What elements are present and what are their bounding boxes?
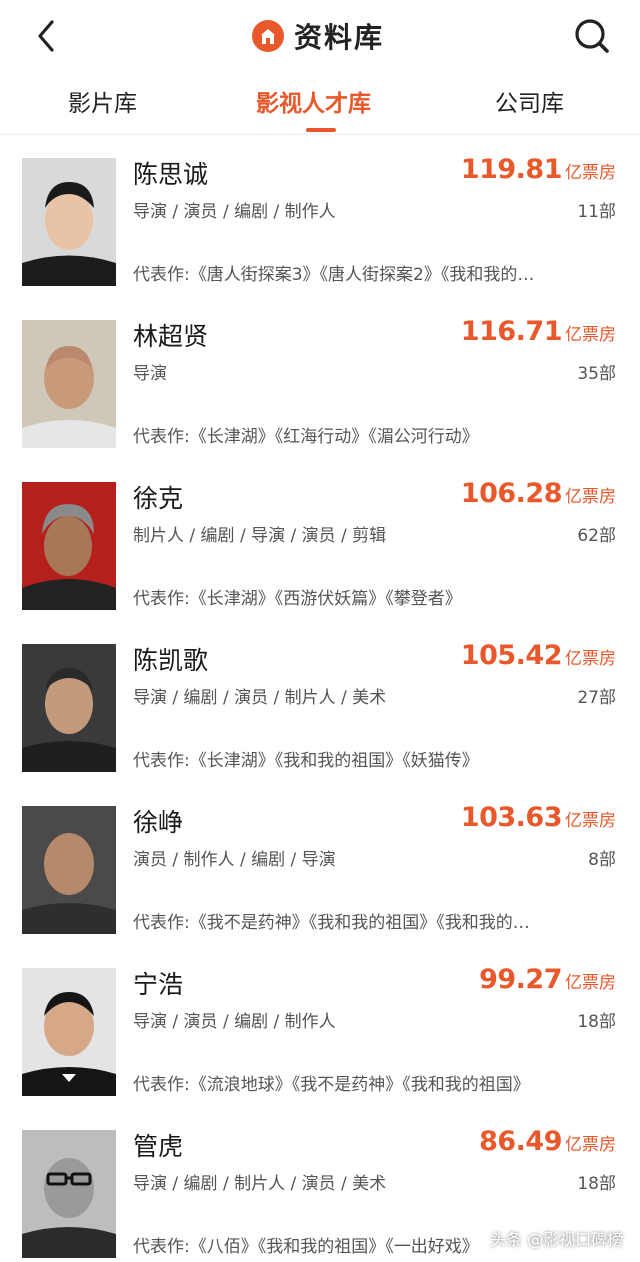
- tab-film-library[interactable]: 影片库: [68, 82, 137, 126]
- box-office: 99.27 亿票房: [479, 964, 616, 995]
- avatar: [22, 482, 116, 610]
- film-count: 27部: [577, 688, 616, 708]
- category-tabs: 影片库 影视人才库 公司库: [0, 78, 640, 134]
- page-title-group: 资料库: [252, 14, 384, 58]
- representative-works: 代表作:《长津湖》《我和我的祖国》《妖猫传》: [133, 751, 479, 771]
- person-name: 徐克: [133, 484, 184, 513]
- film-count: 35部: [577, 364, 616, 384]
- person-roles: 演员 / 制作人 / 编剧 / 导演: [133, 850, 336, 870]
- representative-works: 代表作:《我不是药神》《我和我的祖国》《我和我的…: [133, 913, 530, 933]
- person-name: 宁浩: [133, 970, 184, 999]
- film-count: 62部: [577, 526, 616, 546]
- avatar: [22, 968, 116, 1096]
- box-office-unit: 亿票房: [565, 1135, 616, 1155]
- person-roles: 导演 / 编剧 / 演员 / 制片人 / 美术: [133, 688, 387, 708]
- representative-works: 代表作:《长津湖》《红海行动》《湄公河行动》: [133, 427, 479, 447]
- watermark-text: 头条 @影视口碑榜: [490, 1230, 624, 1249]
- person-roles: 导演 / 演员 / 编剧 / 制作人: [133, 202, 336, 222]
- avatar: [22, 644, 116, 772]
- box-office-unit: 亿票房: [565, 487, 616, 507]
- box-office: 116.71 亿票房: [461, 316, 616, 347]
- person-roles: 导演 / 演员 / 编剧 / 制作人: [133, 1012, 336, 1032]
- box-office-unit: 亿票房: [565, 811, 616, 831]
- box-office: 119.81 亿票房: [461, 154, 616, 185]
- film-count: 8部: [588, 850, 616, 870]
- avatar: [22, 158, 116, 286]
- tab-company-library[interactable]: 公司库: [495, 82, 564, 126]
- box-office-value: 106.28: [460, 478, 563, 509]
- database-logo-icon: [252, 20, 284, 52]
- list-item[interactable]: 林超贤 导演 代表作:《长津湖》《红海行动》《湄公河行动》 116.71 亿票房…: [0, 298, 640, 460]
- talent-library-page: 资料库 影片库 影视人才库 公司库 陈思诚 导演 / 演员 / 编剧 / 制作人…: [0, 0, 640, 1262]
- box-office: 103.63 亿票房: [461, 802, 616, 833]
- back-button[interactable]: [28, 14, 68, 58]
- box-office-value: 116.71: [460, 316, 563, 347]
- person-roles: 导演 / 编剧 / 制片人 / 演员 / 美术: [133, 1174, 387, 1194]
- person-roles: 导演: [133, 364, 167, 384]
- representative-works: 代表作:《流浪地球》《我不是药神》《我和我的祖国》: [133, 1075, 530, 1095]
- list-item[interactable]: 徐峥 演员 / 制作人 / 编剧 / 导演 代表作:《我不是药神》《我和我的祖国…: [0, 784, 640, 946]
- person-roles: 制片人 / 编剧 / 导演 / 演员 / 剪辑: [133, 526, 387, 546]
- film-count: 18部: [577, 1012, 616, 1032]
- box-office-value: 119.81: [460, 154, 563, 185]
- search-icon: [575, 19, 609, 53]
- avatar: [22, 320, 116, 448]
- list-item[interactable]: 宁浩 导演 / 演员 / 编剧 / 制作人 代表作:《流浪地球》《我不是药神》《…: [0, 946, 640, 1108]
- list-item[interactable]: 陈凯歌 导演 / 编剧 / 演员 / 制片人 / 美术 代表作:《长津湖》《我和…: [0, 622, 640, 784]
- representative-works: 代表作:《唐人街探案3》《唐人街探案2》《我和我的…: [133, 265, 535, 285]
- tab-talent-library[interactable]: 影视人才库: [256, 82, 371, 126]
- box-office-value: 86.49: [479, 1126, 562, 1157]
- box-office-unit: 亿票房: [565, 163, 616, 183]
- list-item[interactable]: 徐克 制片人 / 编剧 / 导演 / 演员 / 剪辑 代表作:《长津湖》《西游伏…: [0, 460, 640, 622]
- search-button[interactable]: [570, 14, 614, 58]
- person-name: 林超贤: [133, 322, 209, 351]
- box-office: 86.49 亿票房: [479, 1126, 616, 1157]
- top-bar: 资料库: [0, 0, 640, 72]
- active-tab-indicator: [306, 128, 336, 132]
- box-office: 105.42 亿票房: [461, 640, 616, 671]
- box-office-value: 103.63: [460, 802, 563, 833]
- avatar: [22, 806, 116, 934]
- film-count: 18部: [577, 1174, 616, 1194]
- box-office-unit: 亿票房: [565, 973, 616, 993]
- person-name: 管虎: [133, 1132, 184, 1161]
- box-office-value: 105.42: [460, 640, 563, 671]
- divider: [0, 134, 640, 135]
- box-office-value: 99.27: [479, 964, 562, 995]
- box-office-unit: 亿票房: [565, 325, 616, 345]
- box-office-unit: 亿票房: [565, 649, 616, 669]
- chevron-left-icon: [38, 20, 54, 52]
- person-name: 陈凯歌: [133, 646, 209, 675]
- person-name: 陈思诚: [133, 160, 209, 189]
- person-name: 徐峥: [133, 808, 184, 837]
- page-title: 资料库: [294, 21, 385, 54]
- representative-works: 代表作:《长津湖》《西游伏妖篇》《攀登者》: [133, 589, 462, 609]
- box-office: 106.28 亿票房: [461, 478, 616, 509]
- avatar: [22, 1130, 116, 1258]
- film-count: 11部: [577, 202, 616, 222]
- list-item[interactable]: 陈思诚 导演 / 演员 / 编剧 / 制作人 代表作:《唐人街探案3》《唐人街探…: [0, 136, 640, 298]
